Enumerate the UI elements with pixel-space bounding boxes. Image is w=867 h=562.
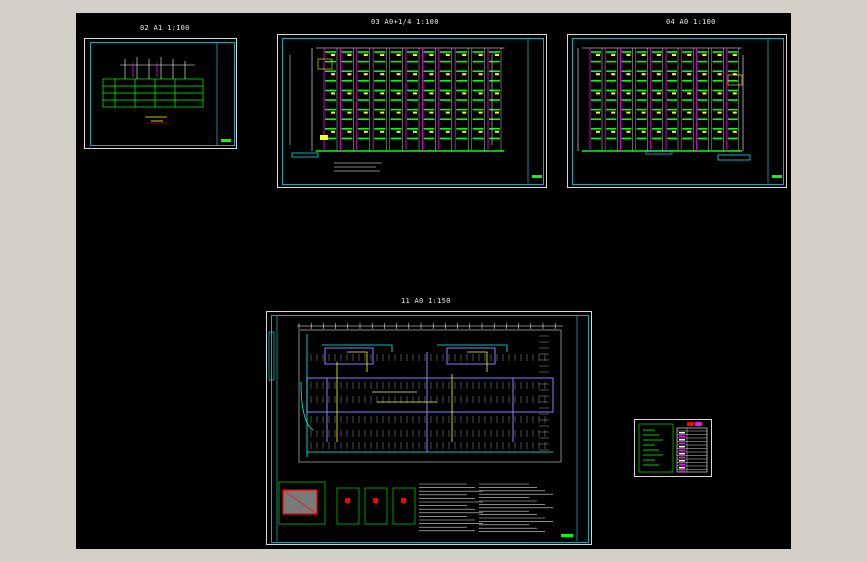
sheet-11[interactable] bbox=[266, 311, 592, 545]
sheet-04-title: 04 A0 1:100 bbox=[666, 18, 716, 26]
sheet-03[interactable] bbox=[277, 34, 547, 188]
sheet-02[interactable] bbox=[84, 38, 237, 149]
sheet-02-drawing bbox=[102, 42, 231, 145]
sheet-04-drawing bbox=[577, 38, 782, 183]
cad-model-space[interactable]: 02 A1 1:100 03 A0+1/4 1:100 04 A0 1:100 … bbox=[76, 13, 791, 549]
legend-table-icon[interactable] bbox=[634, 419, 712, 477]
sheet-04[interactable] bbox=[567, 34, 787, 188]
sheet-11-drawing bbox=[268, 315, 578, 541]
sheet-02-title: 02 A1 1:100 bbox=[140, 24, 190, 32]
sheet-11-title: 11 A0 1:150 bbox=[401, 297, 451, 305]
sheet-03-drawing bbox=[289, 38, 542, 183]
sheet-03-title: 03 A0+1/4 1:100 bbox=[371, 18, 439, 26]
legend-drawing bbox=[638, 422, 708, 473]
